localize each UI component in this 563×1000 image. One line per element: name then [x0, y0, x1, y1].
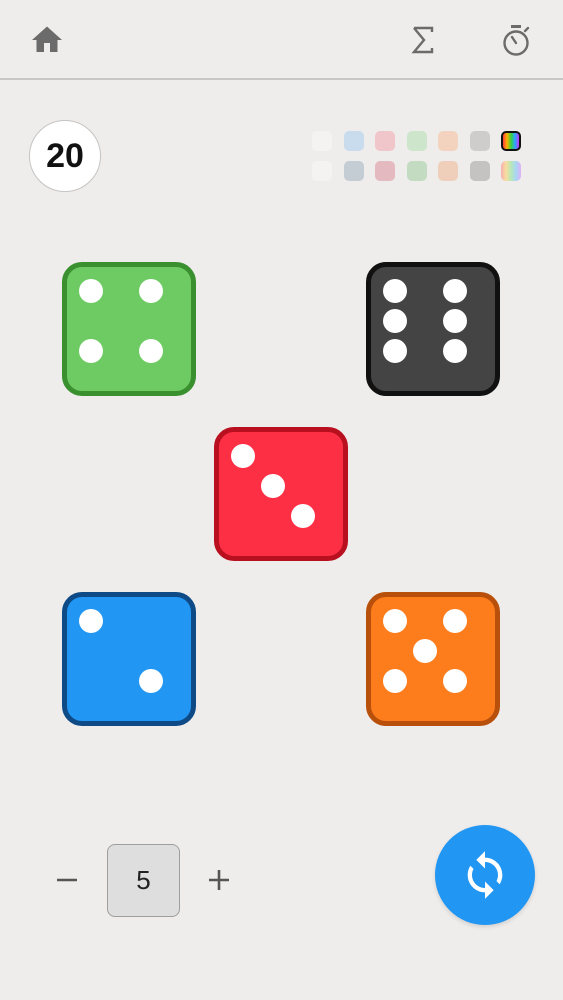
die-pip — [139, 339, 163, 363]
die-green[interactable] — [62, 262, 196, 396]
die-pip — [139, 279, 163, 303]
increase-dice-button[interactable] — [197, 858, 241, 902]
home-icon[interactable] — [29, 22, 65, 58]
color-swatch[interactable] — [312, 161, 332, 181]
die-orange[interactable] — [366, 592, 500, 726]
die-pip — [383, 339, 407, 363]
roll-dice-button[interactable] — [435, 825, 535, 925]
color-swatch[interactable] — [406, 131, 427, 151]
color-swatch[interactable] — [501, 131, 521, 151]
sigma-icon[interactable] — [405, 22, 441, 58]
color-swatch[interactable] — [375, 161, 395, 181]
die-pip — [383, 669, 407, 693]
color-swatch[interactable] — [469, 161, 490, 181]
die-pip — [291, 504, 315, 528]
die-pip — [383, 279, 407, 303]
die-pip — [231, 444, 255, 468]
top-bar — [0, 0, 563, 80]
color-swatch[interactable] — [469, 131, 490, 151]
die-pip — [139, 669, 163, 693]
die-pip — [443, 669, 467, 693]
die-red[interactable] — [214, 427, 348, 561]
die-pip — [413, 639, 437, 663]
die-pip — [79, 339, 103, 363]
stopwatch-icon[interactable] — [498, 22, 534, 58]
die-blue[interactable] — [62, 592, 196, 726]
color-swatch[interactable] — [501, 161, 521, 181]
color-swatch[interactable] — [343, 131, 364, 151]
color-swatch[interactable] — [375, 131, 395, 151]
color-swatch[interactable] — [406, 161, 427, 181]
dice-count: 5 — [107, 844, 180, 917]
die-pip — [261, 474, 285, 498]
color-swatch[interactable] — [312, 131, 332, 151]
die-pip — [79, 279, 103, 303]
die-black[interactable] — [366, 262, 500, 396]
color-swatch[interactable] — [343, 161, 364, 181]
refresh-icon — [467, 851, 503, 899]
color-swatch[interactable] — [438, 131, 458, 151]
die-pip — [443, 339, 467, 363]
decrease-dice-button[interactable] — [45, 858, 89, 902]
die-pip — [383, 309, 407, 333]
color-palette — [312, 131, 526, 183]
die-pip — [443, 309, 467, 333]
die-pip — [383, 609, 407, 633]
color-swatch[interactable] — [438, 161, 458, 181]
score-total: 20 — [29, 120, 101, 192]
die-pip — [443, 609, 467, 633]
die-pip — [79, 609, 103, 633]
die-pip — [443, 279, 467, 303]
